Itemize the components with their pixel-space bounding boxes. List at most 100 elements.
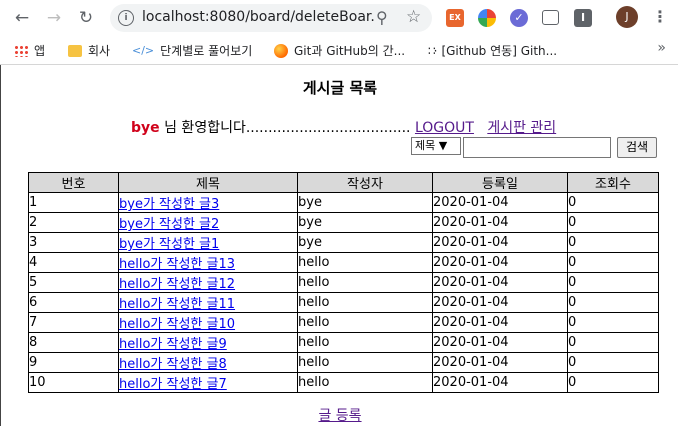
- cell-writer: hello: [297, 252, 433, 273]
- folder-icon: [68, 44, 82, 57]
- reload-icon[interactable]: ↻: [76, 8, 96, 28]
- cell-views: 0: [567, 372, 659, 393]
- bookmark-git-github[interactable]: Git과 GitHub의 간...: [274, 42, 405, 59]
- cell-no: 10: [28, 372, 119, 393]
- cell-no: 7: [28, 312, 119, 333]
- cell-views: 0: [567, 252, 659, 273]
- table-row: 1 bye가 작성한 글3 bye 2020-01-04 0: [28, 192, 659, 213]
- post-title-link[interactable]: bye가 작성한 글3: [120, 197, 220, 212]
- back-arrow-icon[interactable]: ←: [12, 8, 32, 28]
- cell-date: 2020-01-04: [432, 332, 568, 353]
- cell-date: 2020-01-04: [432, 372, 568, 393]
- extension-ex-icon[interactable]: EX: [446, 9, 464, 27]
- site-info-icon[interactable]: i: [118, 10, 134, 26]
- cell-writer: bye: [297, 212, 433, 233]
- cell-views: 0: [567, 272, 659, 293]
- address-bar[interactable]: i localhost:8080/board/deleteBoar... ⚲ ☆: [110, 4, 432, 32]
- cell-views: 0: [567, 192, 659, 213]
- post-title-link[interactable]: bye가 작성한 글2: [120, 217, 220, 232]
- cell-date: 2020-01-04: [432, 232, 568, 253]
- bookmark-star-icon[interactable]: ☆: [406, 7, 421, 27]
- welcome-user: bye: [131, 120, 160, 136]
- kebab-menu-icon[interactable]: ⋮: [652, 6, 668, 28]
- cell-views: 0: [567, 312, 659, 333]
- post-title-link[interactable]: hello가 작성한 글11: [120, 297, 236, 312]
- cell-no: 1: [28, 192, 119, 213]
- bookmarks-more-icon[interactable]: »: [657, 40, 666, 56]
- search-input[interactable]: [463, 137, 611, 158]
- table-row: 9 hello가 작성한 글8 hello 2020-01-04 0: [28, 352, 659, 373]
- cell-title: hello가 작성한 글9: [118, 332, 298, 353]
- cell-title: bye가 작성한 글1: [118, 232, 298, 253]
- cell-no: 4: [28, 252, 119, 273]
- cell-writer: bye: [297, 192, 433, 213]
- table-row: 10 hello가 작성한 글7 hello 2020-01-04 0: [28, 372, 659, 393]
- forward-arrow-icon[interactable]: →: [44, 8, 64, 28]
- post-title-link[interactable]: hello가 작성한 글10: [120, 317, 236, 332]
- cell-writer: hello: [297, 332, 433, 353]
- cell-no: 6: [28, 292, 119, 313]
- search-button[interactable]: 검색: [617, 137, 657, 158]
- header-date: 등록일: [432, 172, 568, 193]
- header-views: 조회수: [567, 172, 659, 193]
- cell-date: 2020-01-04: [432, 272, 568, 293]
- extension-check-icon[interactable]: ✓: [510, 9, 528, 27]
- bookmark-label: Git과 GitHub의 간...: [294, 44, 406, 58]
- search-condition-select[interactable]: 제목 ▼: [411, 137, 461, 155]
- post-title-link[interactable]: hello가 작성한 글9: [120, 337, 227, 352]
- apps-grid-icon: [14, 44, 28, 57]
- board-table: 번호 제목 작성자 등록일 조회수 1 bye가 작성한 글3 bye 2020-01…: [28, 172, 659, 393]
- cell-title: hello가 작성한 글11: [118, 292, 298, 313]
- bookmark-apps[interactable]: 앱: [14, 42, 45, 59]
- bookmarks-bar: 앱 회사 </> 단계별로 풀어보기 Git과 GitHub의 간... ∷· …: [0, 36, 678, 65]
- table-header-row: 번호 제목 작성자 등록일 조회수: [28, 172, 659, 193]
- board-admin-link[interactable]: 게시판 관리: [487, 120, 556, 136]
- bookmark-label: 회사: [88, 44, 111, 58]
- cell-writer: bye: [297, 232, 433, 253]
- code-icon: </>: [132, 44, 155, 57]
- cell-date: 2020-01-04: [432, 312, 568, 333]
- post-title-link[interactable]: hello가 작성한 글12: [120, 277, 236, 292]
- cell-writer: hello: [297, 352, 433, 373]
- cell-date: 2020-01-04: [432, 352, 568, 373]
- browser-toolbar: ← → ↻ i localhost:8080/board/deleteBoar.…: [0, 0, 678, 37]
- cell-date: 2020-01-04: [432, 252, 568, 273]
- post-title-link[interactable]: hello가 작성한 글7: [120, 377, 227, 392]
- extension-window-icon[interactable]: [542, 10, 559, 25]
- cell-no: 8: [28, 332, 119, 353]
- write-post-link[interactable]: 글 등록: [318, 408, 361, 424]
- profile-avatar[interactable]: J: [616, 6, 638, 28]
- table-row: 4 hello가 작성한 글13 hello 2020-01-04 0: [28, 252, 659, 273]
- cell-no: 9: [28, 352, 119, 373]
- header-no: 번호: [28, 172, 119, 193]
- cell-title: bye가 작성한 글3: [118, 192, 298, 213]
- page-title: 게시글 목록: [302, 79, 378, 97]
- extension-color-icon[interactable]: [478, 9, 496, 27]
- cell-title: hello가 작성한 글13: [118, 252, 298, 273]
- zoom-icon[interactable]: ⚲: [376, 8, 388, 27]
- cell-date: 2020-01-04: [432, 292, 568, 313]
- cell-writer: hello: [297, 312, 433, 333]
- table-row: 6 hello가 작성한 글11 hello 2020-01-04 0: [28, 292, 659, 313]
- bookmark-label: [Github 연동] Gith...: [441, 44, 558, 58]
- table-row: 3 bye가 작성한 글1 bye 2020-01-04 0: [28, 232, 659, 253]
- logout-link[interactable]: LOGOUT: [415, 120, 474, 136]
- post-title-link[interactable]: hello가 작성한 글13: [120, 257, 236, 272]
- cell-title: hello가 작성한 글8: [118, 352, 298, 373]
- header-writer: 작성자: [297, 172, 433, 193]
- bookmark-step-by-step[interactable]: </> 단계별로 풀어보기: [132, 42, 252, 59]
- extension-i-icon[interactable]: I: [574, 9, 592, 27]
- post-title-link[interactable]: hello가 작성한 글8: [120, 357, 227, 372]
- orange-circle-icon: [274, 43, 288, 58]
- welcome-text: 님 환영합니다.................................…: [159, 120, 411, 136]
- url-text[interactable]: localhost:8080/board/deleteBoar...: [142, 9, 374, 25]
- cell-no: 3: [28, 232, 119, 253]
- dots-icon: ∷·: [428, 43, 438, 58]
- bookmark-github-link[interactable]: ∷· [Github 연동] Gith...: [428, 42, 557, 59]
- bookmark-company[interactable]: 회사: [68, 42, 110, 59]
- cell-title: hello가 작성한 글12: [118, 272, 298, 293]
- bookmark-label: 단계별로 풀어보기: [160, 44, 253, 58]
- post-title-link[interactable]: bye가 작성한 글1: [120, 237, 220, 252]
- table-row: 8 hello가 작성한 글9 hello 2020-01-04 0: [28, 332, 659, 353]
- cell-title: bye가 작성한 글2: [118, 212, 298, 233]
